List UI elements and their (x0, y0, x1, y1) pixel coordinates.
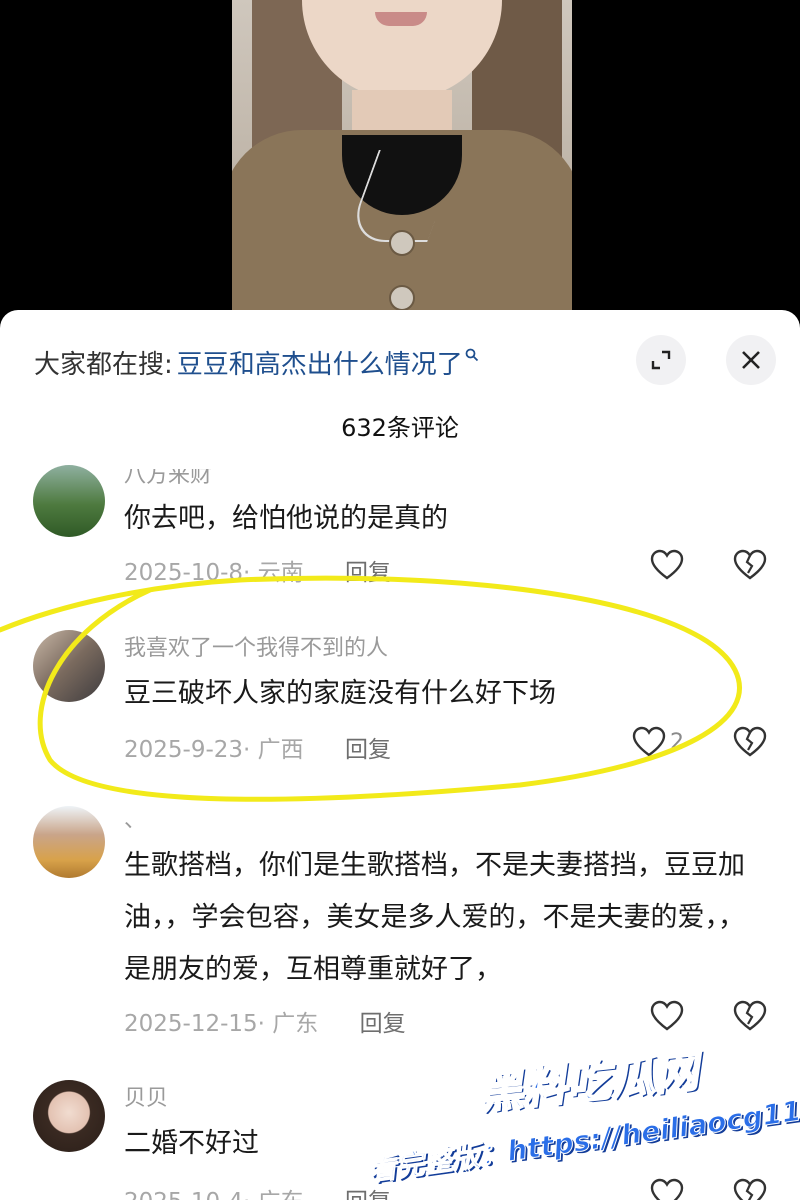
comment-location: 广西 (257, 737, 304, 763)
broken-heart-icon (733, 549, 767, 580)
heart-icon (650, 1000, 684, 1031)
like-button[interactable]: 2 (632, 726, 684, 758)
comment-date: 2025-10-4 (124, 1189, 243, 1200)
trending-search[interactable]: 大家都在搜: 豆豆和高杰出什么情况了 (34, 342, 479, 382)
comment-meta: 2025-12-15· 广东 回复 (124, 1011, 406, 1037)
dislike-button[interactable] (733, 549, 767, 585)
search-icon (465, 348, 478, 362)
broken-heart-icon (733, 726, 767, 757)
comments-sheet: 大家都在搜: 豆豆和高杰出什么情况了 632条评论 八方来财 你去吧，给怕他说的… (0, 310, 800, 1200)
comment-text: 二婚不好过 (124, 1128, 259, 1159)
dislike-button[interactable] (733, 1178, 767, 1200)
comment-username[interactable]: 贝贝 (124, 1080, 168, 1112)
like-button[interactable] (650, 549, 688, 581)
comment-count: 632条评论 (341, 414, 459, 442)
reply-button[interactable]: 回复 (345, 737, 391, 763)
heart-icon (632, 726, 666, 757)
close-icon (742, 351, 760, 369)
comment-meta: 2025-10-8· 云南 回复 (124, 560, 391, 586)
avatar[interactable] (33, 806, 105, 878)
trending-search-prefix: 大家都在搜: (34, 349, 173, 380)
dislike-button[interactable] (733, 726, 767, 762)
avatar[interactable] (33, 630, 105, 702)
expand-button[interactable] (636, 335, 686, 385)
expand-icon (651, 350, 671, 370)
dislike-button[interactable] (733, 1000, 767, 1036)
comment-date: 2025-9-23 (124, 737, 244, 763)
reply-button[interactable]: 回复 (360, 1011, 406, 1037)
avatar[interactable] (33, 465, 105, 537)
comment-username[interactable]: 、 (124, 802, 146, 834)
video-player[interactable] (0, 0, 800, 330)
reply-button[interactable]: 回复 (345, 560, 391, 586)
comment-username[interactable]: 我喜欢了一个我得不到的人 (124, 630, 388, 662)
broken-heart-icon (733, 1000, 767, 1031)
reply-button[interactable]: 回复 (345, 1189, 391, 1200)
comment-date: 2025-10-8 (124, 560, 244, 586)
like-button[interactable] (650, 1178, 688, 1200)
comment-date: 2025-12-15 (124, 1011, 258, 1037)
heart-icon (650, 1178, 684, 1200)
comment-text: 生歌搭档，你们是生歌搭档，不是夫妻搭挡，豆豆加油，，学会包容，美女是多人爱的，不… (124, 850, 745, 985)
like-button[interactable] (650, 1000, 688, 1032)
close-button[interactable] (726, 335, 776, 385)
comment-text: 你去吧，给怕他说的是真的 (124, 503, 448, 534)
heart-icon (650, 549, 684, 580)
comment-location: 广东 (258, 1189, 304, 1200)
comment-username[interactable]: 八方来财 (124, 469, 212, 489)
broken-heart-icon (733, 1178, 767, 1200)
avatar[interactable] (33, 1080, 105, 1152)
comment-meta: 2025-10-4· 广东 回复 (124, 1182, 391, 1200)
comment-location: 广东 (272, 1011, 319, 1037)
comment-text: 豆三破坏人家的家庭没有什么好下场 (124, 678, 556, 709)
comment-location: 云南 (257, 560, 304, 586)
video-frame (232, 0, 572, 330)
comment-meta: 2025-9-23· 广西 回复 (124, 737, 391, 763)
trending-search-link[interactable]: 豆豆和高杰出什么情况了 (177, 344, 463, 381)
like-count: 2 (670, 729, 684, 755)
